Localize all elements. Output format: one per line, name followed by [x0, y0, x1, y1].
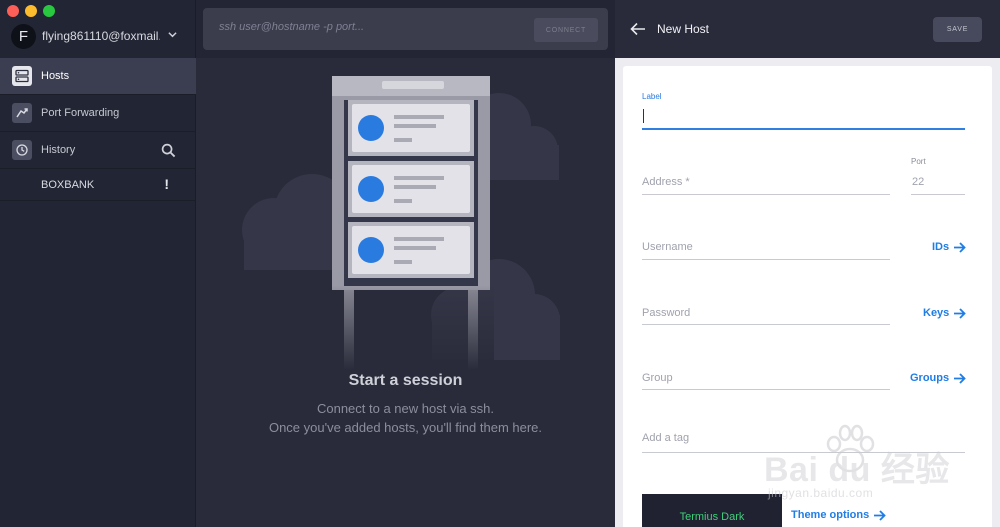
- username-field[interactable]: Username: [642, 241, 693, 253]
- address-underline: [642, 194, 890, 195]
- empty-state-line-1: Connect to a new host via ssh.: [316, 401, 495, 416]
- sidebar-item-label: Port Forwarding: [41, 107, 120, 119]
- keys-link[interactable]: Keys: [923, 307, 967, 319]
- ssh-input[interactable]: [219, 21, 519, 33]
- arrow-right-icon: [874, 509, 887, 521]
- password-underline: [642, 324, 890, 325]
- group-underline: [642, 389, 890, 390]
- sidebar: F flying861110@foxmail.c... Hosts: [0, 0, 196, 527]
- host-item-boxbank[interactable]: BOXBANK !: [0, 169, 196, 201]
- empty-state-title: Start a session: [348, 372, 463, 389]
- sidebar-item-history[interactable]: History: [0, 132, 196, 169]
- arrow-right-icon: [954, 241, 966, 253]
- arrow-right-icon: [954, 307, 967, 319]
- group-field[interactable]: Group: [642, 372, 673, 384]
- watermark-url: jingyan.baidu.com: [768, 486, 874, 500]
- back-arrow-icon[interactable]: [630, 22, 646, 36]
- main-area: CONNECT: [196, 0, 615, 527]
- quick-connect-bar: CONNECT: [196, 0, 615, 58]
- arrow-right-icon: [954, 372, 966, 384]
- sidebar-item-label: Hosts: [41, 70, 70, 82]
- label-field[interactable]: [642, 128, 965, 130]
- ssh-box: CONNECT: [203, 8, 608, 50]
- search-icon[interactable]: [161, 143, 176, 158]
- minimize-window-button[interactable]: [25, 5, 37, 17]
- groups-link-label: Groups: [910, 372, 950, 384]
- zoom-window-button[interactable]: [43, 5, 55, 17]
- hosts-icon: [12, 66, 32, 86]
- watermark-brand: Bai du 经验: [764, 451, 950, 489]
- empty-state-line-2: Once you've added hosts, you'll find the…: [268, 420, 543, 435]
- window-controls: [7, 5, 55, 17]
- server-rack-illustration: [242, 76, 560, 370]
- port-label: Port: [911, 157, 926, 166]
- label-field-label: Label: [642, 92, 662, 101]
- panel-header: New Host SAVE: [615, 0, 1000, 58]
- keys-link-label: Keys: [923, 307, 950, 319]
- groups-link[interactable]: Groups: [910, 372, 966, 384]
- text-caret: [643, 109, 644, 123]
- tag-field[interactable]: Add a tag: [642, 432, 689, 444]
- theme-name: Termius Dark: [679, 511, 745, 523]
- sidebar-item-label: History: [41, 144, 76, 156]
- warning-badge: !: [164, 176, 169, 192]
- ids-link[interactable]: IDs: [932, 241, 966, 253]
- address-field[interactable]: Address *: [642, 176, 690, 188]
- save-button[interactable]: SAVE: [933, 17, 982, 42]
- account-email: flying861110@foxmail.c...: [42, 29, 160, 43]
- close-window-button[interactable]: [7, 5, 19, 17]
- connect-button[interactable]: CONNECT: [534, 18, 598, 42]
- host-label: BOXBANK: [41, 178, 95, 191]
- ids-link-label: IDs: [932, 241, 950, 253]
- theme-options-label: Theme options: [791, 509, 870, 521]
- chevron-down-icon[interactable]: [168, 30, 177, 39]
- username-underline: [642, 259, 890, 260]
- port-forwarding-icon: [12, 103, 32, 123]
- account-switcher[interactable]: F flying861110@foxmail.c...: [11, 23, 191, 49]
- password-field[interactable]: Password: [642, 307, 690, 319]
- sidebar-item-hosts[interactable]: Hosts: [0, 58, 196, 95]
- sidebar-nav: Hosts Port Forwarding History BOXBANK !: [0, 58, 196, 201]
- port-field[interactable]: 22: [912, 176, 924, 188]
- sidebar-item-port-forwarding[interactable]: Port Forwarding: [0, 95, 196, 132]
- baidu-watermark: Bai du 经验 jingyan.baidu.com: [762, 420, 992, 510]
- theme-preview[interactable]: Termius Dark: [642, 494, 782, 527]
- history-icon: [12, 140, 32, 160]
- avatar: F: [11, 23, 36, 49]
- port-underline: [911, 194, 965, 195]
- panel-title: New Host: [657, 22, 710, 36]
- theme-options-link[interactable]: Theme options: [791, 509, 887, 521]
